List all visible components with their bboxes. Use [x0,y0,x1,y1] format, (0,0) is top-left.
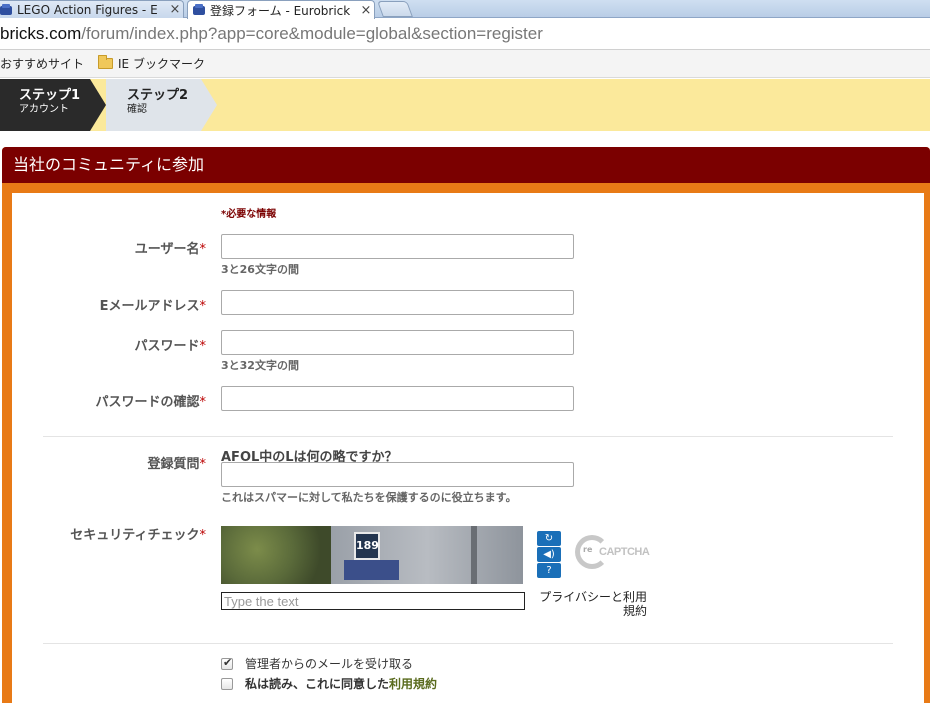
captcha-label: セキュリティチェック* [70,524,206,543]
email-label: Eメールアドレス* [100,295,206,314]
bookmark-recommended-sites[interactable]: おすすめサイト [0,55,84,72]
required-asterisk: * [199,395,207,410]
refresh-icon[interactable]: ↻ [537,531,561,546]
bookmark-ie-folder[interactable]: IE ブックマーク [98,55,205,72]
spacer [0,131,930,147]
captcha-sign [344,560,399,580]
captcha-pole [471,526,477,584]
captcha-image: 189 [221,526,523,584]
step-1-account: ステップ1 アカウント [0,79,90,131]
browser-tab-register[interactable]: 登録フォーム - Eurobrick × [187,0,375,19]
required-asterisk: * [199,299,207,314]
browser-tab-strip: LEGO Action Figures - E × 登録フォーム - Eurob… [0,0,930,19]
section-divider [43,643,893,644]
step-title: ステップ2 [127,88,189,103]
step-arrow [90,79,106,131]
step-title: ステップ1 [19,88,81,103]
username-hint: 3と26文字の間 [221,263,299,276]
terms-link[interactable]: 利用規約 [389,675,437,692]
terms-label: 私は読み、これに同意した [245,677,390,691]
email-input[interactable] [221,290,574,315]
step-subtitle: アカウント [19,104,69,115]
browser-tab-lego[interactable]: LEGO Action Figures - E × [0,0,184,18]
password-label: パスワード* [134,335,206,354]
recaptcha-logo: re CAPTCHA [575,535,655,571]
site-favicon-icon [192,4,206,16]
close-tab-icon[interactable]: × [167,2,183,17]
terms-checkbox[interactable] [221,677,233,690]
site-favicon-icon [0,3,13,16]
panel-title: 当社のコミュニティに参加 [2,147,930,183]
admin-mail-row: 管理者からのメールを受け取る [221,655,413,672]
label-text: セキュリティチェック [70,528,200,543]
url-path: /forum/index.php?app=core&module=global&… [81,24,543,43]
bookmark-label: IE ブックマーク [118,57,205,71]
tab-title: LEGO Action Figures - E [17,2,158,17]
step-arrow [201,79,217,131]
folder-icon [98,55,114,69]
step-subtitle: 確認 [127,104,147,115]
password-input[interactable] [221,330,574,355]
question-hint: これはスパマーに対して私たちを保護するのに役立ちます。 [221,491,517,504]
label-text: ユーザー名 [134,242,200,257]
label-text: Eメールアドレス [99,299,200,314]
username-label: ユーザー名* [135,238,206,257]
question-answer-input[interactable] [221,462,574,487]
admin-mail-checkbox[interactable] [221,656,233,670]
password-confirm-input[interactable] [221,386,574,411]
url-host: bricks.com [0,24,82,43]
registration-panel: 当社のコミュニティに参加 *必要な情報 ユーザー名* 3と26文字の間 Eメール… [2,147,930,703]
password-confirm-label: パスワードの確認* [95,391,206,410]
help-icon[interactable]: ? [537,563,561,578]
bookmarks-bar: おすすめサイト IE ブックマーク [0,50,930,78]
recaptcha-wordmark: CAPTCHA [599,546,650,558]
password-hint: 3と32文字の間 [221,359,299,372]
recaptcha-prefix: re [583,545,593,554]
address-bar[interactable]: bricks.com/forum/index.php?app=core&modu… [0,19,930,50]
registration-form: *必要な情報 ユーザー名* 3と26文字の間 Eメールアドレス* パスワード* … [12,193,924,703]
url-text[interactable]: bricks.com/forum/index.php?app=core&modu… [0,24,543,44]
section-divider [43,436,893,437]
required-asterisk: * [199,339,207,354]
required-asterisk: * [199,528,207,543]
captcha-text-input[interactable] [221,592,525,610]
step-2-confirm: ステップ2 確認 [106,79,201,131]
close-tab-icon[interactable]: × [358,3,374,18]
label-text: パスワードの確認 [95,395,200,410]
question-label: 登録質問* [147,453,206,472]
captcha-number-plate: 189 [354,532,380,560]
required-asterisk: * [199,242,207,257]
new-tab-button[interactable] [377,1,413,17]
step-progress-bar: ステップ1 アカウント ステップ2 確認 [0,79,930,131]
captcha-tree [221,526,341,584]
required-asterisk: * [199,457,207,472]
terms-row: 私は読み、これに同意した 利用規約 [221,675,437,692]
label-text: 登録質問 [147,457,200,472]
label-text: パスワード [134,339,200,354]
audio-icon[interactable]: ◀) [537,547,561,562]
tab-title: 登録フォーム - Eurobrick [210,3,351,18]
required-note: *必要な情報 [221,209,277,220]
username-input[interactable] [221,234,574,259]
bookmark-label: おすすめサイト [0,57,85,71]
admin-mail-label: 管理者からのメールを受け取る [245,657,414,671]
privacy-terms-link[interactable]: プライバシーと利用規約 [532,590,647,618]
